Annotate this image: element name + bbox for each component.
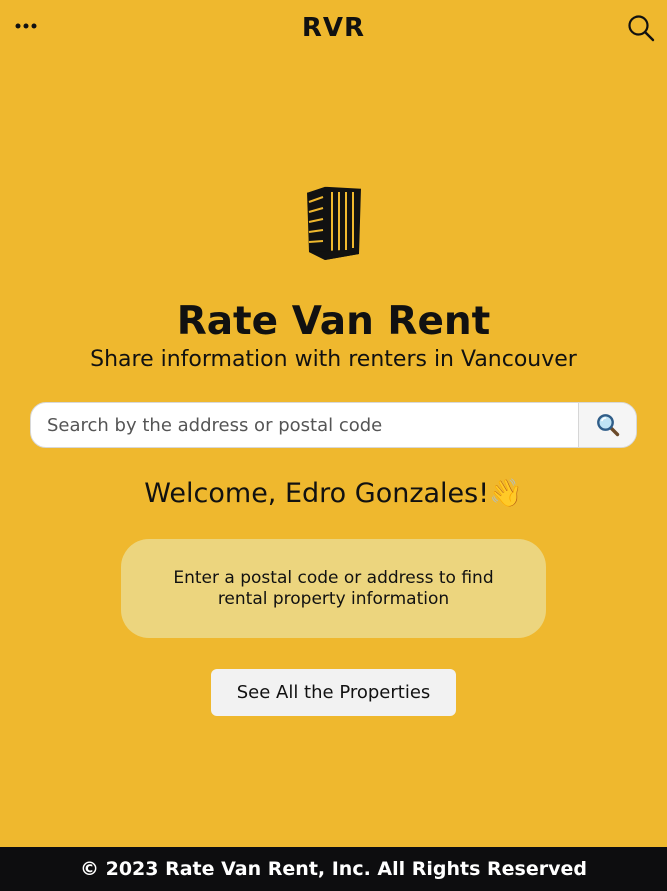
welcome-message: Welcome, Edro Gonzales!👋	[0, 474, 667, 514]
building-icon	[306, 185, 362, 260]
footer: © 2023 Rate Van Rent, Inc. All Rights Re…	[0, 847, 667, 891]
magnifier-emoji-icon	[596, 414, 619, 437]
header-search-button[interactable]	[625, 12, 657, 44]
search-input[interactable]	[31, 403, 578, 447]
search-submit-button[interactable]	[578, 403, 636, 447]
search-icon	[628, 15, 655, 42]
see-all-properties-button[interactable]: See All the Properties	[211, 669, 456, 716]
page-subtitle: Share information with renters in Vancou…	[90, 347, 577, 372]
page-title: Rate Van Rent	[176, 299, 491, 344]
welcome-text: Welcome, Edro Gonzales!	[144, 478, 490, 509]
waving-hand-icon: 👋	[489, 478, 523, 509]
footer-copyright: © 2023 Rate Van Rent, Inc. All Rights Re…	[80, 858, 587, 880]
brand-logo-text[interactable]: RVR	[0, 10, 667, 46]
info-card-text: Enter a postal code or address to find r…	[173, 567, 494, 609]
top-bar: RVR	[0, 0, 667, 56]
search-bar	[30, 402, 637, 448]
info-card: Enter a postal code or address to find r…	[121, 539, 546, 638]
